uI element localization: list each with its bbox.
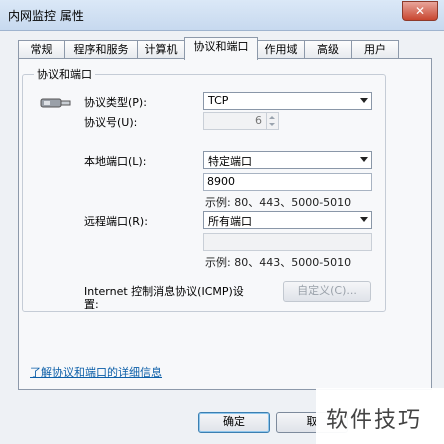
protocol-number-value: 6	[255, 114, 262, 127]
protocol-type-label: 协议类型(P):	[84, 96, 147, 109]
window-title: 内网监控 属性	[8, 9, 84, 23]
protocol-number-label: 协议号(U):	[84, 116, 138, 129]
network-plug-icon	[40, 98, 71, 108]
protocol-type-select[interactable]: TCP	[203, 92, 372, 110]
local-port-label: 本地端口(L):	[84, 155, 147, 168]
tab-advanced[interactable]: 高级	[304, 40, 352, 59]
close-icon: ✕	[414, 4, 426, 18]
tab-label: 作用域	[264, 43, 298, 56]
remote-port-example: 示例: 80、443、5000-5010	[205, 256, 352, 269]
remote-port-label: 远程端口(R):	[84, 215, 148, 228]
chevron-down-icon	[360, 157, 368, 162]
group-title: 协议和端口	[34, 66, 95, 82]
tab-label: 程序和服务	[73, 43, 129, 56]
tab-scope[interactable]: 作用域	[257, 40, 305, 59]
tab-label: 计算机	[144, 43, 178, 56]
tab-protocols-ports[interactable]: 协议和端口	[184, 37, 258, 60]
protocol-type-value: TCP	[208, 94, 229, 107]
remote-port-selected: 所有端口	[208, 215, 252, 228]
tab-users[interactable]: 用户	[351, 40, 399, 59]
icmp-label-line2: 置:	[84, 298, 99, 311]
properties-dialog: 内网监控 属性 ✕ 常规 程序和服务 计算机 协议和端口 作用域 高级 用户 协…	[0, 0, 444, 444]
local-port-example: 示例: 80、443、5000-5010	[205, 196, 352, 209]
watermark-text: 软件技巧	[326, 408, 423, 433]
tab-label: 常规	[30, 43, 53, 56]
tab-label: 协议和端口	[193, 40, 249, 53]
tab-computers[interactable]: 计算机	[137, 40, 185, 59]
tab-programs-services[interactable]: 程序和服务	[64, 40, 138, 59]
icmp-label-line1: Internet 控制消息协议(ICMP)设	[84, 285, 244, 298]
chevron-down-icon	[360, 98, 368, 103]
title-bar: 内网监控 属性 ✕	[0, 0, 444, 31]
remote-port-select[interactable]: 所有端口	[203, 211, 372, 229]
spin-arrows-icon[interactable]	[266, 113, 278, 129]
protocol-number-stepper[interactable]: 6	[203, 112, 279, 130]
ok-button-label: 确定	[223, 415, 245, 428]
customize-icmp-button-label: 自定义(C)...	[297, 284, 357, 297]
local-port-select[interactable]: 特定端口	[203, 151, 372, 169]
tab-label: 用户	[364, 43, 386, 56]
close-button[interactable]: ✕	[402, 1, 438, 21]
ok-button[interactable]: 确定	[198, 412, 270, 433]
local-port-selected: 特定端口	[208, 155, 252, 168]
tab-general[interactable]: 常规	[18, 40, 65, 59]
remote-port-input[interactable]	[203, 233, 372, 251]
tab-label: 高级	[317, 43, 339, 56]
customize-icmp-button[interactable]: 自定义(C)...	[283, 281, 371, 302]
watermark-overlay: 软件技巧	[316, 388, 444, 444]
local-port-input[interactable]: 8900	[203, 173, 372, 191]
chevron-down-icon	[360, 217, 368, 222]
local-port-value: 8900	[207, 175, 235, 188]
learn-more-link[interactable]: 了解协议和端口的详细信息	[30, 364, 162, 380]
